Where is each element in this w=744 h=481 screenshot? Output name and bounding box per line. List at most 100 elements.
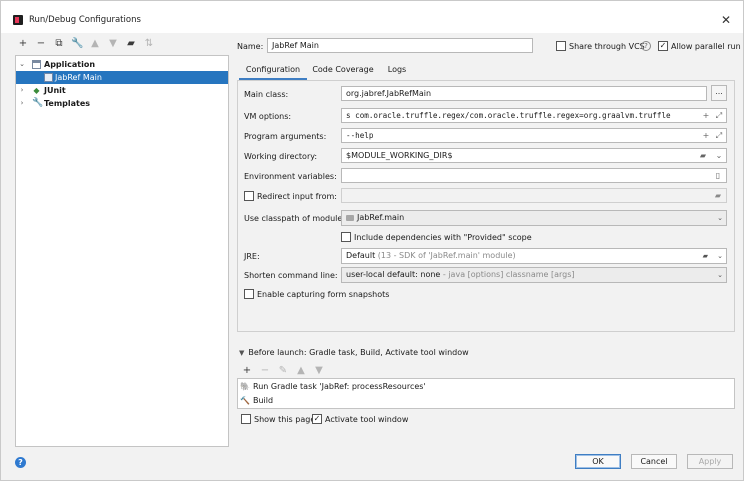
chevron-down-icon[interactable]: ⌄ [714, 151, 724, 161]
add-icon[interactable]: + [17, 38, 29, 50]
tree-item-application[interactable]: ⌄ Application [16, 58, 228, 71]
before-launch-list: 🐘 Run Gradle task 'JabRef: processResourc… [237, 378, 735, 409]
activate-tool-window-label: Activate tool window [325, 415, 409, 424]
shorten-command-line-label: Shorten command line: [244, 271, 338, 280]
redirect-input-label: Redirect input from: [257, 192, 337, 201]
vm-options-label: VM options: [244, 112, 292, 121]
share-vcs-label: Share through VCS [569, 42, 645, 51]
list-item[interactable]: 🐘 Run Gradle task 'JabRef: processResourc… [240, 380, 426, 393]
chevron-right-icon[interactable]: › [18, 84, 26, 97]
document-icon[interactable]: ▯ [713, 171, 723, 181]
shorten-hint: - java [options] classname [args] [442, 270, 575, 279]
folder-icon[interactable]: ▰ [698, 151, 708, 161]
jre-label: JRE: [244, 252, 260, 261]
capture-snapshots-label: Enable capturing form snapshots [257, 290, 390, 299]
capture-snapshots-checkbox[interactable] [244, 289, 254, 299]
name-input[interactable]: JabRef Main [267, 38, 533, 53]
remove-icon[interactable]: − [35, 38, 47, 50]
program-arguments-input[interactable]: --help [341, 128, 727, 143]
ok-button[interactable]: OK [575, 454, 621, 469]
tree-item-label: JUnit [44, 86, 66, 95]
intellij-app-icon [13, 15, 23, 25]
activate-tool-window-checkbox[interactable]: ✓ [312, 414, 322, 424]
shorten-value: user-local default: none [346, 270, 441, 279]
vm-options-input[interactable]: s com.oracle.truffle.regex/com.oracle.tr… [341, 108, 727, 123]
include-dependencies-checkbox[interactable] [341, 232, 351, 242]
list-item[interactable]: 🔨 Build [240, 394, 273, 407]
tree-item-templates[interactable]: › 🔧 Templates [16, 97, 228, 110]
environment-variables-input[interactable] [341, 168, 727, 183]
junit-icon: ◆ [33, 86, 40, 95]
redirect-input-field[interactable] [341, 188, 727, 203]
main-class-input[interactable]: org.jabref.JabRefMain [341, 86, 707, 101]
jre-value: Default [346, 251, 376, 260]
run-config-icon [44, 73, 53, 82]
tree-item-junit[interactable]: › ◆ JUnit [16, 84, 228, 97]
close-icon[interactable]: ✕ [719, 13, 733, 27]
chevron-down-icon: ⌄ [717, 214, 723, 222]
copy-icon[interactable]: ⧉ [53, 38, 65, 50]
classpath-module-value: JabRef.main [357, 213, 405, 222]
module-folder-icon [346, 214, 354, 221]
application-icon [32, 60, 41, 69]
folder-icon[interactable]: ▰ [125, 38, 137, 50]
wrench-icon: 🔧 [32, 98, 44, 108]
cancel-button[interactable]: Cancel [631, 454, 677, 469]
chevron-down-icon: ⌄ [717, 252, 723, 260]
wrench-icon[interactable]: 🔧 [71, 38, 83, 50]
expand-icon[interactable]: ⤢ [714, 131, 724, 141]
classpath-module-label: Use classpath of module: [244, 214, 346, 223]
chevron-down-icon[interactable]: ⌄ [18, 58, 26, 71]
edit-icon[interactable]: ✎ [277, 365, 289, 377]
main-class-label: Main class: [244, 90, 289, 99]
move-up-icon[interactable]: ▲ [295, 365, 307, 377]
add-icon[interactable]: + [241, 365, 253, 377]
jre-select[interactable]: Default (13 - SDK of 'JabRef.main' modul… [341, 248, 727, 264]
tree-item-jabref-main[interactable]: JabRef Main [16, 71, 228, 84]
move-up-icon[interactable]: ▲ [89, 38, 101, 50]
tab-configuration[interactable]: Configuration [239, 60, 307, 80]
name-label: Name: [237, 42, 264, 51]
help-icon[interactable]: ? [15, 457, 26, 468]
jre-hint: (13 - SDK of 'JabRef.main' module) [377, 251, 516, 260]
configurations-tree: ⌄ Application JabRef Main › ◆ JUnit › 🔧 … [15, 55, 229, 447]
environment-variables-label: Environment variables: [244, 172, 337, 181]
plus-icon[interactable]: + [701, 131, 711, 141]
remove-icon[interactable]: − [259, 365, 271, 377]
hammer-icon: 🔨 [240, 396, 250, 405]
before-launch-item-label: Build [253, 396, 274, 405]
share-vcs-checkbox[interactable] [556, 41, 566, 51]
expand-icon[interactable]: ⤢ [714, 111, 724, 121]
folder-icon[interactable]: ▰ [713, 191, 723, 201]
include-dependencies-label: Include dependencies with "Provided" sco… [354, 233, 532, 242]
chevron-down-icon: ⌄ [717, 271, 723, 279]
program-arguments-label: Program arguments: [244, 132, 327, 141]
apply-button[interactable]: Apply [687, 454, 733, 469]
move-down-icon[interactable]: ▼ [313, 365, 325, 377]
tab-code-coverage[interactable]: Code Coverage [309, 60, 377, 80]
show-this-page-checkbox[interactable] [241, 414, 251, 424]
before-launch-title: Before launch: Gradle task, Build, Activ… [248, 348, 469, 357]
working-directory-label: Working directory: [244, 152, 318, 161]
chevron-right-icon[interactable]: › [18, 97, 26, 110]
redirect-input-checkbox[interactable] [244, 191, 254, 201]
sort-icon[interactable]: ⇅ [143, 38, 155, 50]
classpath-module-select[interactable]: JabRef.main ⌄ [341, 210, 727, 226]
tree-item-label: JabRef Main [55, 73, 102, 82]
question-icon[interactable]: ? [641, 41, 651, 51]
tree-item-label: Templates [44, 99, 91, 108]
configurations-toolbar: + − ⧉ 🔧 ▲ ▼ ▰ ⇅ [15, 37, 229, 53]
working-directory-input[interactable]: $MODULE_WORKING_DIR$ [341, 148, 727, 163]
tab-logs[interactable]: Logs [381, 60, 413, 80]
folder-icon: ▰ [702, 252, 708, 260]
browse-main-class-button[interactable]: ... [711, 85, 727, 101]
before-launch-header[interactable]: ▼ Before launch: Gradle task, Build, Acti… [239, 348, 469, 357]
allow-parallel-checkbox[interactable]: ✓ [658, 41, 668, 51]
before-launch-item-label: Run Gradle task 'JabRef: processResource… [253, 382, 426, 391]
chevron-down-icon: ▼ [239, 349, 245, 357]
shorten-command-line-select[interactable]: user-local default: none - java [options… [341, 267, 727, 283]
title-bar: Run/Debug Configurations ✕ [1, 1, 743, 33]
plus-icon[interactable]: + [701, 111, 711, 121]
gradle-icon: 🐘 [240, 382, 250, 391]
move-down-icon[interactable]: ▼ [107, 38, 119, 50]
